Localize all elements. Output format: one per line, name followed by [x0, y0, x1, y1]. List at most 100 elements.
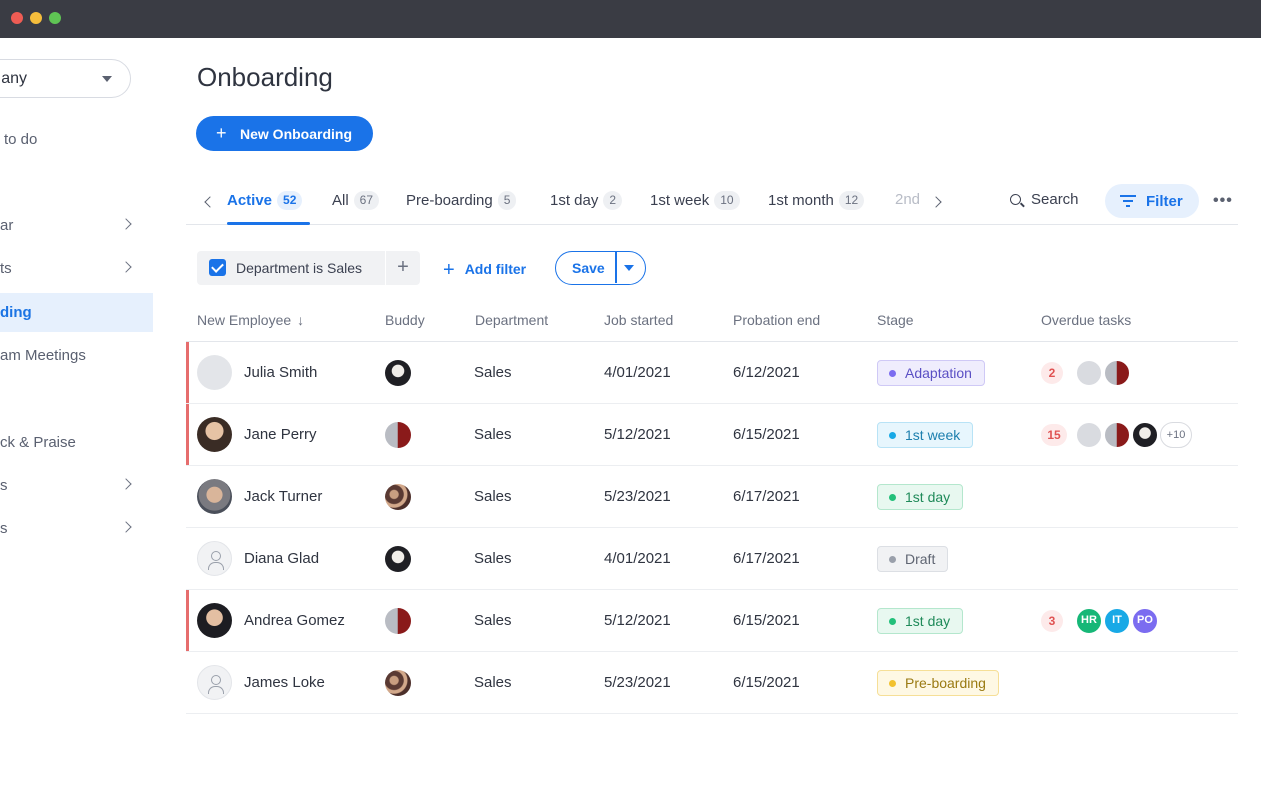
- chevron-right-icon: [120, 261, 132, 273]
- stage-badge: Draft: [877, 546, 949, 572]
- stage-badge: Adaptation: [877, 360, 985, 386]
- column-header-job-started[interactable]: Job started: [604, 312, 673, 328]
- tab-1st-month[interactable]: 1st month 12: [768, 191, 865, 213]
- tab-pre-boarding[interactable]: Pre-boarding 5: [406, 191, 517, 213]
- chevron-right-icon: [120, 218, 132, 230]
- employee-name[interactable]: Andrea Gomez: [244, 612, 345, 629]
- tab-count: 2: [603, 191, 623, 210]
- column-header-probation-end[interactable]: Probation end: [733, 312, 820, 328]
- tab-label: Active: [227, 192, 273, 209]
- avatar: [197, 355, 232, 390]
- new-onboarding-label: New Onboarding: [240, 126, 352, 142]
- employee-name[interactable]: Julia Smith: [244, 364, 317, 381]
- tabs-scroll-right-icon[interactable]: [930, 196, 942, 208]
- table-row[interactable]: Jane Perry Sales 5/12/2021 6/15/2021 1st…: [186, 404, 1238, 466]
- sidebar-item-onboarding[interactable]: ding: [0, 293, 153, 332]
- checkbox-checked-icon[interactable]: [209, 259, 226, 276]
- column-header-new-employee[interactable]: New Employee ↓: [197, 312, 304, 328]
- table-row[interactable]: Julia Smith Sales 4/01/2021 6/12/2021 Ad…: [186, 342, 1238, 404]
- save-split-button[interactable]: Save: [555, 251, 646, 285]
- avatar: [197, 417, 232, 452]
- maximize-window-button[interactable]: [49, 12, 61, 24]
- job-started-cell: 5/23/2021: [604, 674, 671, 691]
- sidebar-item-group-b[interactable]: s: [0, 509, 153, 548]
- tab-all[interactable]: All 67: [332, 191, 380, 213]
- close-window-button[interactable]: [11, 12, 23, 24]
- assignee-avatar[interactable]: [1076, 360, 1102, 386]
- column-header-stage[interactable]: Stage: [877, 312, 914, 328]
- sidebar-item-group-a[interactable]: s: [0, 466, 153, 505]
- employee-name[interactable]: Jane Perry: [244, 426, 317, 443]
- chevron-right-icon: [120, 521, 132, 533]
- tab-count: 52: [277, 191, 303, 210]
- column-header-buddy[interactable]: Buddy: [385, 312, 425, 328]
- table-row[interactable]: Diana Glad Sales 4/01/2021 6/17/2021 Dra…: [186, 528, 1238, 590]
- sidebar-item-todo[interactable]: to do: [0, 120, 153, 159]
- column-header-department[interactable]: Department: [475, 312, 548, 328]
- assignee-avatar[interactable]: [1104, 422, 1130, 448]
- search-label: Search: [1031, 191, 1079, 208]
- sidebar-item-reports[interactable]: ts: [0, 249, 153, 288]
- column-header-overdue-tasks[interactable]: Overdue tasks: [1041, 312, 1131, 328]
- table-row[interactable]: Jack Turner Sales 5/23/2021 6/17/2021 1s…: [186, 466, 1238, 528]
- company-select-value: any: [1, 70, 27, 87]
- stage-badge: 1st week: [877, 422, 974, 448]
- add-filter-button[interactable]: + Add filter: [443, 259, 526, 282]
- tab-label: 2nd: [895, 191, 921, 208]
- chip-add-icon[interactable]: +: [386, 251, 420, 285]
- sidebar-item-label: ding: [0, 304, 32, 321]
- buddy-avatar[interactable]: [385, 422, 411, 448]
- tab-active[interactable]: Active 52: [227, 191, 303, 213]
- department-filter-chip[interactable]: Department is Sales: [197, 251, 385, 285]
- active-tab-indicator: [227, 222, 310, 225]
- chevron-down-icon[interactable]: [624, 265, 634, 271]
- employee-name[interactable]: James Loke: [244, 674, 325, 691]
- buddy-avatar[interactable]: [385, 484, 411, 510]
- company-select[interactable]: any: [0, 59, 131, 98]
- overdue-flag: [186, 342, 189, 403]
- buddy-avatar[interactable]: [385, 360, 411, 386]
- department-cell: Sales: [474, 364, 512, 381]
- plus-icon: +: [216, 123, 227, 143]
- filter-chip-label: Department is Sales: [236, 260, 363, 276]
- buddy-avatar[interactable]: [385, 546, 411, 572]
- tab-1st-week[interactable]: 1st week 10: [650, 191, 740, 213]
- tabs-scroll-left-icon[interactable]: [204, 196, 216, 208]
- tab-1st-day[interactable]: 1st day 2: [550, 191, 623, 213]
- assignee-it-badge[interactable]: IT: [1104, 608, 1130, 634]
- assignee-hr-badge[interactable]: HR: [1076, 608, 1102, 634]
- sidebar-item-label: to do: [4, 131, 38, 148]
- tab-2nd[interactable]: 2nd: [895, 191, 920, 213]
- assignee-po-badge[interactable]: PO: [1132, 608, 1158, 634]
- table-row[interactable]: Andrea Gomez Sales 5/12/2021 6/15/2021 1…: [186, 590, 1238, 652]
- filter-label: Filter: [1146, 193, 1183, 210]
- sidebar-item-feedback[interactable]: ck & Praise: [0, 423, 153, 462]
- sidebar-item-team-meetings[interactable]: am Meetings: [0, 336, 153, 375]
- table-row[interactable]: James Loke Sales 5/23/2021 6/15/2021 Pre…: [186, 652, 1238, 714]
- more-assignees-badge[interactable]: +10: [1160, 422, 1192, 448]
- add-filter-label: Add filter: [464, 261, 527, 277]
- more-options-icon[interactable]: •••: [1213, 192, 1233, 210]
- employee-name[interactable]: Jack Turner: [244, 488, 322, 505]
- sidebar-item-label: s: [0, 477, 8, 494]
- job-started-cell: 5/12/2021: [604, 612, 671, 629]
- new-onboarding-button[interactable]: + New Onboarding: [196, 116, 373, 151]
- assignee-avatar[interactable]: [1104, 360, 1130, 386]
- search-button[interactable]: Search: [1010, 191, 1079, 208]
- probation-end-cell: 6/15/2021: [733, 674, 800, 691]
- minimize-window-button[interactable]: [30, 12, 42, 24]
- overdue-flag: [186, 590, 189, 651]
- employee-name[interactable]: Diana Glad: [244, 550, 319, 567]
- buddy-avatar[interactable]: [385, 670, 411, 696]
- assignee-avatar[interactable]: [1132, 422, 1158, 448]
- filter-button[interactable]: Filter: [1105, 184, 1199, 218]
- department-cell: Sales: [474, 550, 512, 567]
- sidebar-item-label: ar: [0, 217, 14, 234]
- assignee-avatar[interactable]: [1076, 422, 1102, 448]
- save-label[interactable]: Save: [572, 260, 605, 276]
- buddy-avatar[interactable]: [385, 608, 411, 634]
- sidebar-item-label: ts: [0, 260, 12, 277]
- overdue-count-badge: 15: [1041, 424, 1067, 446]
- department-cell: Sales: [474, 612, 512, 629]
- sidebar-item-calendar[interactable]: ar: [0, 206, 153, 245]
